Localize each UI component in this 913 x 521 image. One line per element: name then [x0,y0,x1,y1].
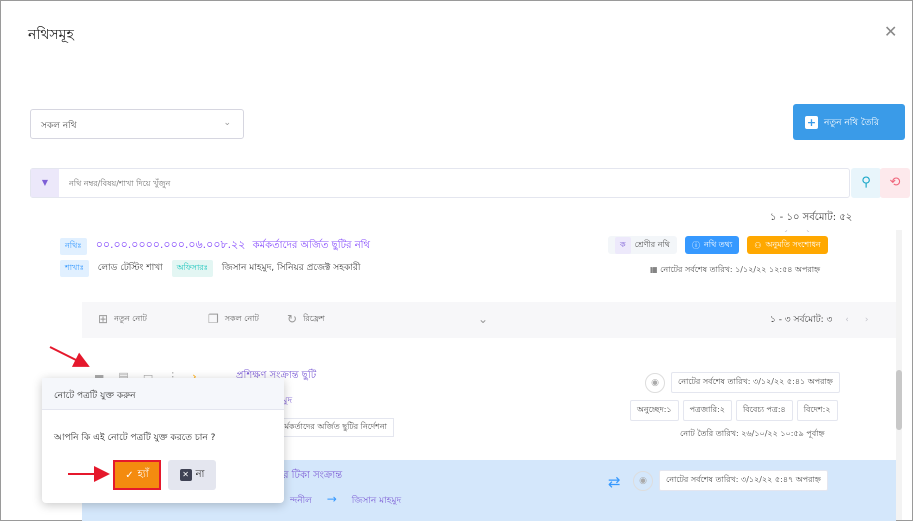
annotation-arrow [49,346,90,367]
annotation-arrows [49,346,110,482]
